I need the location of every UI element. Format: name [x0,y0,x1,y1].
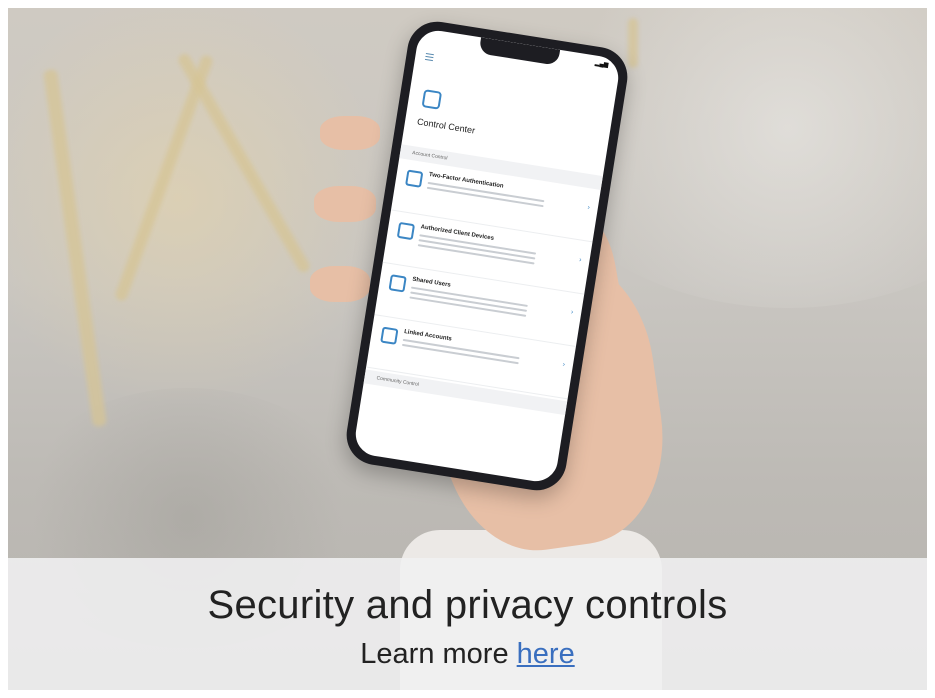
status-icons: ▂▄▆ [594,60,609,69]
caption-band: Security and privacy controls Learn more… [8,558,927,690]
banner-image: ▂▄▆ Control Center Account Control Two-F… [8,8,927,690]
list-item-description [409,286,528,320]
hand-finger [320,116,380,150]
key-icon [405,169,424,188]
hand-finger [314,186,376,222]
users-icon [388,274,407,293]
chevron-right-icon: › [586,204,591,212]
chair-leg-decor [628,18,638,68]
app-title: Control Center [416,116,476,136]
link-icon [380,326,399,345]
phone-notch [478,37,561,66]
list-item-description [401,338,520,367]
chevron-right-icon: › [578,256,583,264]
learn-more-link[interactable]: here [517,638,575,670]
learn-more-line: Learn more here [8,638,927,671]
phone-device-icon [396,221,416,241]
chevron-right-icon: › [570,308,574,317]
hand-finger [310,266,370,302]
control-center-icon [421,89,443,110]
chevron-right-icon: › [562,361,566,369]
learn-more-text: Learn more [360,638,509,670]
banner-title: Security and privacy controls [207,583,728,627]
menu-icon [424,52,434,63]
